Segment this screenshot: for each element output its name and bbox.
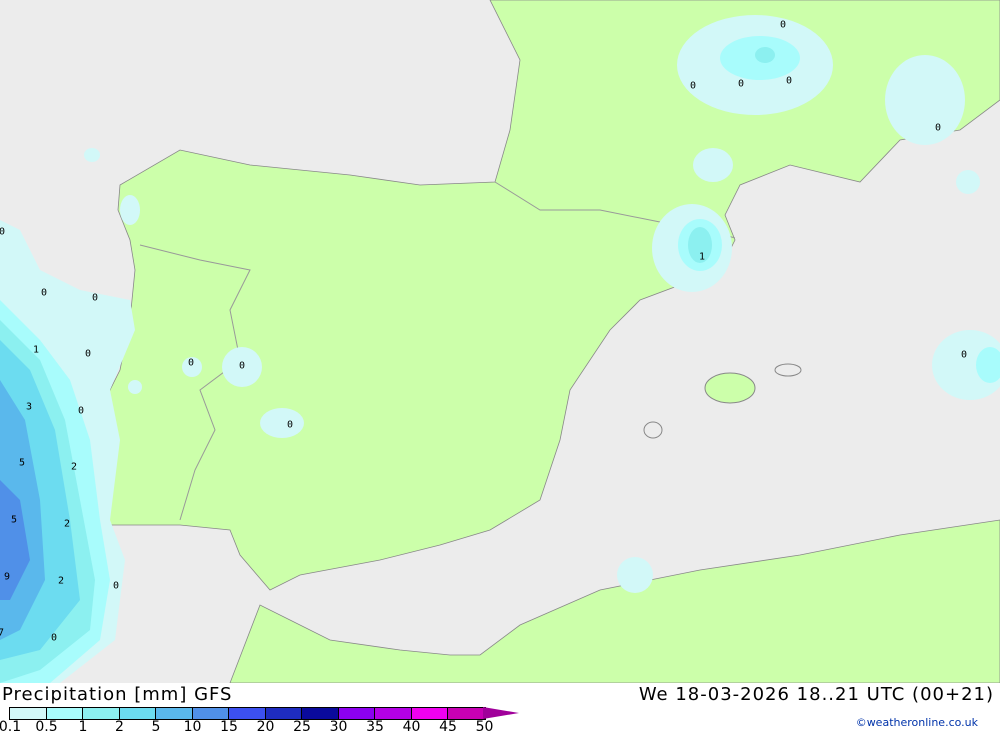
map-value: 0 [0,226,6,238]
scale-swatch [302,708,339,719]
forecast-datetime: We 18-03-2026 18..21 UTC (00+21) [638,684,994,705]
map-value: 0 [737,78,745,90]
map-value: 0 [91,292,99,304]
map-value: 0 [785,75,793,87]
scale-swatch [156,708,193,719]
map-value: 0 [238,360,246,372]
scale-swatch [448,708,485,719]
scale-swatch [338,708,375,719]
scale-swatch [229,708,266,719]
map-value: 0 [50,632,58,644]
map-value: 0 [40,287,48,299]
map-value: 7 [0,627,5,639]
precipitation-map [0,0,1000,683]
credit-link[interactable]: ©weatheronline.co.uk [856,716,978,729]
map-value: 0 [689,80,697,92]
island-mallorca [704,372,756,404]
map-value: 1 [698,251,706,263]
scale-swatch [375,708,412,719]
scale-swatch [192,708,229,719]
map-value: 2 [70,461,78,473]
map-title: Precipitation [mm] GFS [2,684,233,705]
map-value: 0 [779,19,787,31]
scale-swatch [119,708,156,719]
map-value: 5 [10,514,18,526]
map-value: 0 [934,122,942,134]
scale-ticks: 0.1 0.5 1 2 5 10 15 20 25 30 35 40 45 50 [0,719,520,735]
legend-footer: Precipitation [mm] GFS We 18-03-2026 18.… [0,683,1000,735]
map-value: 1 [32,344,40,356]
map-value: 2 [63,518,71,530]
map-value: 3 [25,401,33,413]
map-value: 0 [960,349,968,361]
scale-swatch [10,708,47,719]
map-value: 0 [84,348,92,360]
scale-swatch [265,708,302,719]
map-value: 0 [187,357,195,369]
map-value: 9 [3,571,11,583]
scale-swatch [411,708,448,719]
scale-swatch [46,708,83,719]
map-value: 0 [112,580,120,592]
map-value: 0 [77,405,85,417]
map-value: 2 [57,575,65,587]
map-value: 0 [286,419,294,431]
scale-overflow-arrow [483,707,519,719]
scale-swatch [83,708,120,719]
map-value: 5 [18,457,26,469]
